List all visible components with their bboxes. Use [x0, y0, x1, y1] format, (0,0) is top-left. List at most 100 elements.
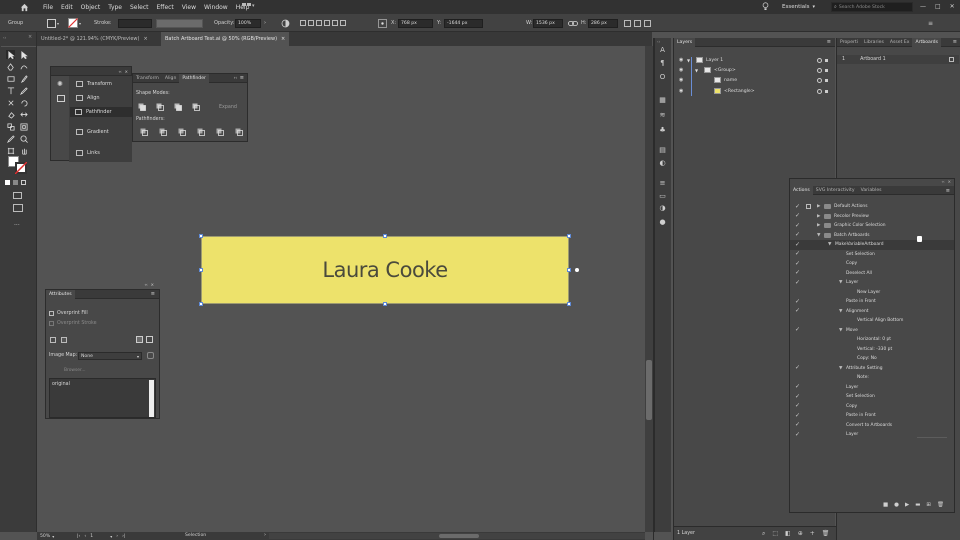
checkmark-icon[interactable]: ✓ — [795, 422, 801, 428]
link-icon[interactable] — [147, 352, 154, 359]
status-arrow-icon[interactable]: › — [264, 532, 266, 538]
shape-mode-icon[interactable] — [192, 103, 200, 111]
action-row[interactable]: ✓ Copy — [790, 259, 954, 269]
shape-mode-icon[interactable] — [138, 103, 146, 111]
tab-asset-ex[interactable]: Asset Ex — [887, 38, 913, 47]
appearance-icon[interactable]: ◐ — [658, 158, 667, 167]
transform-icons[interactable] — [624, 14, 651, 32]
recolor-icon[interactable] — [281, 14, 290, 32]
eyedropper-tool-icon[interactable] — [6, 134, 15, 143]
action-row[interactable]: Horizontal: 0 pt — [790, 335, 954, 345]
action-row[interactable]: ✓ Paste in Front — [790, 297, 954, 307]
target-icon[interactable] — [817, 57, 822, 63]
action-row[interactable]: ✓ ▼ Alignment — [790, 307, 954, 317]
stroke-swatch[interactable]: ▾ — [68, 14, 81, 32]
scrollbar-horizontal[interactable] — [269, 533, 645, 539]
tab-close-icon[interactable]: × — [143, 36, 147, 42]
layers-footer-icons[interactable]: ⌕ ⬚ ◧ ⊕ + 🗑 — [762, 530, 829, 538]
stroke-weight-field[interactable] — [118, 14, 152, 32]
eye-icon[interactable]: ◉ — [679, 57, 683, 63]
x-field[interactable]: 768 px — [398, 14, 433, 32]
checkmark-icon[interactable]: ✓ — [795, 251, 801, 257]
checkmark-icon[interactable]: ✓ — [795, 232, 801, 238]
stop-icon[interactable]: ■ — [883, 502, 888, 508]
browser-button[interactable]: Browser... — [64, 368, 86, 373]
action-row[interactable]: ✓ Convert to Artboards — [790, 421, 954, 431]
artboard-navigator[interactable]: |‹ ‹ 1 ▾ › ›| — [77, 532, 125, 540]
panel-button-gradient[interactable]: Gradient — [71, 127, 131, 137]
expand-triangle-icon[interactable]: ▶ — [817, 223, 820, 228]
link-proportions-icon[interactable] — [568, 14, 578, 32]
symbols-icon[interactable]: ♣ — [658, 125, 667, 134]
checkmark-icon[interactable]: ✓ — [795, 308, 801, 314]
search-stock-input[interactable]: ⌕ Search Adobe Stock — [831, 2, 913, 12]
selection-handle[interactable] — [567, 268, 571, 272]
panel-button-links[interactable]: Links — [71, 148, 131, 158]
checkmark-icon[interactable]: ✓ — [795, 279, 801, 286]
shape-mode-icon[interactable] — [174, 103, 182, 111]
expand-triangle-icon[interactable]: ▼ — [839, 309, 842, 314]
pathfinder-icon[interactable] — [159, 128, 167, 136]
new-action-icon[interactable]: ⊞ — [926, 502, 931, 508]
selection-handle[interactable] — [199, 302, 203, 306]
minimize-icon[interactable]: — — [920, 3, 926, 10]
fill-swatch[interactable]: ▾ — [47, 14, 59, 32]
tab-actions[interactable]: Actions — [790, 185, 813, 195]
selection-indicator[interactable] — [825, 78, 828, 82]
action-row[interactable]: ✓ Layer — [790, 383, 954, 393]
overprint-fill-checkbox[interactable] — [49, 311, 54, 316]
nonzero-fill-icon[interactable] — [136, 336, 143, 343]
target-icon[interactable] — [817, 77, 822, 83]
home-icon[interactable] — [17, 0, 31, 14]
checkmark-icon[interactable]: ✓ — [795, 403, 801, 409]
expand-triangle-icon[interactable]: ▼ — [839, 328, 842, 333]
expand-button[interactable]: Expand — [219, 105, 237, 110]
pen-tool-icon[interactable] — [6, 62, 15, 71]
tab-properti[interactable]: Properti — [837, 38, 861, 47]
pathfinder-icon[interactable] — [197, 128, 205, 136]
tools-collapse-icon[interactable]: ‹‹ — [3, 35, 6, 40]
expand-triangle-icon[interactable]: ▼ — [817, 233, 820, 238]
panel-menu-icon[interactable]: ≡ — [240, 75, 244, 81]
panel-menu-icon[interactable]: ≡ — [151, 291, 155, 297]
layer-row[interactable]: ◉ ▼ Layer 1 — [674, 56, 836, 64]
transparency-icon[interactable]: ◑ — [658, 203, 667, 212]
arrange-documents-icon[interactable]: ▾ — [242, 3, 256, 11]
document-tab[interactable]: Untitled-2* @ 121.94% (CMYK/Preview) × — [37, 32, 152, 46]
panel-collapse-icon[interactable]: ‹‹ — [234, 75, 237, 80]
action-row[interactable]: Vertical: -330 pt — [790, 345, 954, 355]
free-transform-tool-icon[interactable] — [19, 122, 28, 131]
edit-toolbar-icon[interactable]: ··· — [14, 222, 20, 229]
pathfinder-icon[interactable] — [178, 128, 186, 136]
artboard-options-icon[interactable] — [949, 57, 954, 62]
checkmark-icon[interactable]: ✓ — [795, 260, 801, 267]
menu-select[interactable]: Select — [130, 4, 149, 11]
panel-menu-icon[interactable]: ≡ — [953, 39, 957, 45]
menu-edit[interactable]: Edit — [61, 4, 73, 11]
image-icon[interactable] — [57, 95, 65, 102]
layer-row[interactable]: ◉ ▼ <Group> — [674, 66, 836, 74]
expand-triangle-icon[interactable]: ▼ — [839, 280, 842, 285]
panel-button-transform[interactable]: Transform — [71, 79, 131, 89]
show-center-icon[interactable] — [50, 337, 56, 343]
action-row[interactable]: Copy: No — [790, 354, 954, 364]
action-row[interactable]: ✓ ▶ Default Actions — [790, 202, 954, 212]
action-row[interactable]: ✓ ▼ Batch Artboards — [790, 231, 954, 241]
artboard-text[interactable]: Laura Cooke — [202, 237, 568, 303]
action-row[interactable]: ✓ ▶ Graphic Color Selection — [790, 221, 954, 231]
prev-artboard-icon[interactable]: ‹ — [84, 534, 86, 539]
expand-triangle-icon[interactable]: ▼ — [839, 366, 842, 371]
y-field[interactable]: -1644 px — [444, 14, 483, 32]
brushes-icon[interactable]: ≋ — [658, 110, 667, 119]
selection-indicator[interactable] — [825, 68, 828, 72]
color-icon[interactable]: ● — [658, 217, 667, 226]
pathfinder-icon[interactable] — [216, 128, 224, 136]
pathfinder-icon[interactable] — [235, 128, 243, 136]
artboard-row[interactable]: 1 Artboard 1 — [837, 55, 959, 64]
selection-handle[interactable] — [567, 234, 571, 238]
delete-icon[interactable]: 🗑 — [937, 502, 944, 508]
attributes-tab[interactable]: Attributes — [46, 289, 75, 299]
document-tab[interactable]: Batch Artboard Test.ai @ 50% (RGB/Previe… — [161, 32, 290, 46]
note-scrollbar[interactable] — [149, 380, 154, 417]
rectangle-tool-icon[interactable] — [6, 74, 15, 83]
